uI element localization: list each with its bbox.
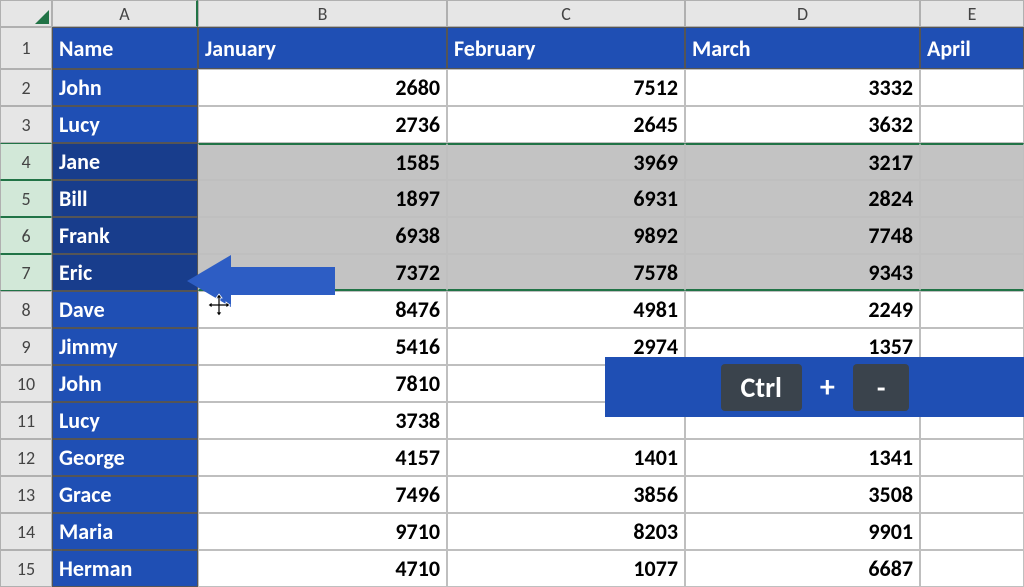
col-header-d[interactable]: D — [685, 0, 920, 27]
data-cell[interactable]: 5416 — [198, 328, 447, 365]
data-cell[interactable]: 2645 — [447, 106, 685, 143]
data-cell[interactable]: 2680 — [198, 69, 447, 106]
spreadsheet-grid[interactable]: A B C D E 1 Name January February March … — [0, 0, 1024, 587]
name-cell[interactable]: Lucy — [52, 106, 198, 143]
data-cell[interactable]: 2824 — [685, 180, 920, 217]
data-cell[interactable]: 3508 — [685, 476, 920, 513]
row-header-13[interactable]: 13 — [0, 476, 52, 513]
data-cell[interactable] — [920, 476, 1024, 513]
row-header-7[interactable]: 7 — [0, 254, 52, 291]
row-header-3[interactable]: 3 — [0, 106, 52, 143]
move-cursor-svg — [207, 293, 231, 317]
name-cell[interactable]: Grace — [52, 476, 198, 513]
data-cell[interactable]: 9901 — [685, 513, 920, 550]
name-cell[interactable]: Frank — [52, 217, 198, 254]
name-cell[interactable]: Jane — [52, 143, 198, 180]
col-header-c[interactable]: C — [447, 0, 685, 27]
name-cell[interactable]: Lucy — [52, 402, 198, 439]
row-header-11[interactable]: 11 — [0, 402, 52, 439]
name-cell[interactable]: John — [52, 365, 198, 402]
data-cell[interactable]: 1585 — [198, 143, 447, 180]
data-cell[interactable] — [920, 254, 1024, 291]
data-cell[interactable]: 1401 — [447, 439, 685, 476]
data-cell[interactable]: 6938 — [198, 217, 447, 254]
row-header-4[interactable]: 4 — [0, 143, 52, 180]
header-feb[interactable]: February — [447, 27, 685, 69]
row-header-12[interactable]: 12 — [0, 439, 52, 476]
data-cell[interactable]: 7578 — [447, 254, 685, 291]
data-cell[interactable]: 1077 — [447, 550, 685, 587]
data-cell[interactable]: 3332 — [685, 69, 920, 106]
name-cell[interactable]: Bill — [52, 180, 198, 217]
name-cell[interactable]: Maria — [52, 513, 198, 550]
data-cell[interactable]: 3969 — [447, 143, 685, 180]
data-cell[interactable]: 6687 — [685, 550, 920, 587]
row-header-14[interactable]: 14 — [0, 513, 52, 550]
row-header-5[interactable]: 5 — [0, 180, 52, 217]
ctrl-key: Ctrl — [721, 364, 802, 411]
name-cell[interactable]: George — [52, 439, 198, 476]
data-cell[interactable]: 3856 — [447, 476, 685, 513]
name-cell[interactable]: Herman — [52, 550, 198, 587]
col-header-e[interactable]: E — [920, 0, 1024, 27]
data-cell[interactable] — [920, 439, 1024, 476]
data-cell[interactable]: 9892 — [447, 217, 685, 254]
col-header-b[interactable]: B — [198, 0, 447, 27]
row-header-8[interactable]: 8 — [0, 291, 52, 328]
name-cell[interactable]: John — [52, 69, 198, 106]
data-cell[interactable] — [920, 143, 1024, 180]
header-apr[interactable]: April — [920, 27, 1024, 69]
data-cell[interactable]: 4157 — [198, 439, 447, 476]
data-cell[interactable] — [920, 217, 1024, 254]
data-cell[interactable]: 7496 — [198, 476, 447, 513]
row-header-1[interactable]: 1 — [0, 27, 52, 69]
plus-sign: + — [820, 369, 835, 406]
data-cell[interactable]: 3217 — [685, 143, 920, 180]
data-cell[interactable]: 9710 — [198, 513, 447, 550]
select-all-corner[interactable] — [0, 0, 52, 27]
data-cell[interactable] — [920, 106, 1024, 143]
data-cell[interactable]: 3738 — [198, 402, 447, 439]
minus-key: - — [853, 364, 910, 411]
data-cell[interactable]: 7512 — [447, 69, 685, 106]
data-cell[interactable]: 3632 — [685, 106, 920, 143]
data-cell[interactable]: 9343 — [685, 254, 920, 291]
data-cell[interactable]: 4710 — [198, 550, 447, 587]
header-mar[interactable]: March — [685, 27, 920, 69]
data-cell[interactable]: 1897 — [198, 180, 447, 217]
data-cell[interactable] — [920, 291, 1024, 328]
data-cell[interactable]: 8203 — [447, 513, 685, 550]
keyboard-shortcut-callout: Ctrl + - — [605, 357, 1024, 417]
data-cell[interactable]: 7748 — [685, 217, 920, 254]
data-cell[interactable] — [920, 69, 1024, 106]
move-cursor-icon — [207, 293, 231, 323]
header-name[interactable]: Name — [52, 27, 198, 69]
data-cell[interactable]: 7810 — [198, 365, 447, 402]
data-cell[interactable]: 2249 — [685, 291, 920, 328]
data-cell[interactable] — [920, 513, 1024, 550]
name-cell[interactable]: Eric — [52, 254, 198, 291]
row-header-6[interactable]: 6 — [0, 217, 52, 254]
row-header-10[interactable]: 10 — [0, 365, 52, 402]
row-header-9[interactable]: 9 — [0, 328, 52, 365]
data-cell[interactable] — [920, 180, 1024, 217]
row-header-15[interactable]: 15 — [0, 550, 52, 587]
col-header-a[interactable]: A — [52, 0, 198, 27]
header-jan[interactable]: January — [198, 27, 447, 69]
name-cell[interactable]: Dave — [52, 291, 198, 328]
data-cell[interactable]: 6931 — [447, 180, 685, 217]
data-cell[interactable] — [920, 550, 1024, 587]
data-cell[interactable]: 4981 — [447, 291, 685, 328]
data-cell[interactable]: 1341 — [685, 439, 920, 476]
row-header-2[interactable]: 2 — [0, 69, 52, 106]
data-cell[interactable]: 2736 — [198, 106, 447, 143]
name-cell[interactable]: Jimmy — [52, 328, 198, 365]
